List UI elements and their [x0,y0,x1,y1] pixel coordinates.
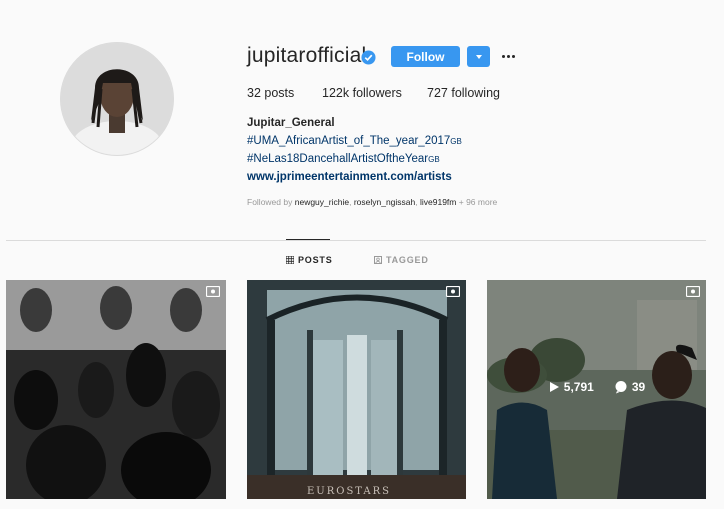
more-options-button[interactable] [502,50,518,62]
chevron-down-icon [475,54,482,59]
bio-flag-2: GB [428,155,440,164]
comments-count: 39 [631,380,646,394]
views-stat: 5,791 [548,380,594,394]
following-count: 727 [427,86,448,100]
post-thumbnail[interactable]: 5,791 39 [487,280,706,499]
followed-by-user[interactable]: newguy_richie [295,197,349,207]
section-divider [6,240,706,241]
active-tab-indicator [286,239,330,240]
post-image [6,280,226,499]
followers-stat[interactable]: 122k followers [322,86,402,100]
profile-avatar[interactable] [60,42,174,156]
ellipsis-dot [502,54,505,58]
bio-hashtag-line-2[interactable]: #NeLas18DancehallArtistOftheYearGB [247,153,440,165]
posts-label: posts [264,86,295,100]
tab-tagged[interactable]: TAGGED [374,255,429,265]
play-icon [549,382,559,392]
post-thumbnail[interactable]: EUROSTARS [247,280,466,499]
following-label: following [451,86,500,100]
tab-posts[interactable]: POSTS [286,255,333,265]
ellipsis-dot [507,54,510,58]
video-icon [686,286,700,297]
comments-stat: 39 [614,380,645,394]
video-icon [206,286,220,297]
followed-by-prefix: Followed by [247,197,293,207]
followed-by-user[interactable]: live919fm [420,197,456,207]
bio-flag-1: GB [450,137,462,146]
post-caption-text: EUROSTARS [307,486,391,497]
profile-username: jupitarofficial [247,44,367,67]
followers-label: followers [352,86,402,100]
bio-hashtag-1[interactable]: #UMA_AfricanArtist_of_The_year_2017 [247,135,450,147]
verified-badge-icon [361,50,376,65]
tagged-icon [374,256,382,264]
posts-count-stat: 32 posts [247,86,294,100]
bio-website-link[interactable]: www.jprimeentertainment.com/artists [247,171,452,183]
views-count: 5,791 [563,380,594,394]
followed-by-more[interactable]: + 96 more [459,197,498,207]
bio-hashtag-line-1[interactable]: #UMA_AfricanArtist_of_The_year_2017GB [247,135,462,147]
following-stat[interactable]: 727 following [427,86,500,100]
post-image: EUROSTARS [247,280,466,499]
profile-full-name: Jupitar_General [247,117,335,129]
followed-by: Followed by newguy_richie, roselyn_ngiss… [247,197,498,207]
follow-button[interactable]: Follow [391,46,460,67]
suggestions-dropdown-button[interactable] [467,46,490,67]
tab-tagged-label: TAGGED [386,255,429,265]
posts-count: 32 [247,86,261,100]
comment-icon [615,381,627,394]
post-thumbnail[interactable] [6,280,226,499]
grid-icon [286,256,294,264]
post-hover-stats: 5,791 39 [487,380,706,394]
followers-count: 122k [322,86,350,100]
ellipsis-dot [512,54,515,58]
bio-hashtag-2[interactable]: #NeLas18DancehallArtistOftheYear [247,153,428,165]
tab-posts-label: POSTS [298,255,333,265]
followed-by-user[interactable]: roselyn_ngissah [354,197,415,207]
video-icon [446,286,460,297]
